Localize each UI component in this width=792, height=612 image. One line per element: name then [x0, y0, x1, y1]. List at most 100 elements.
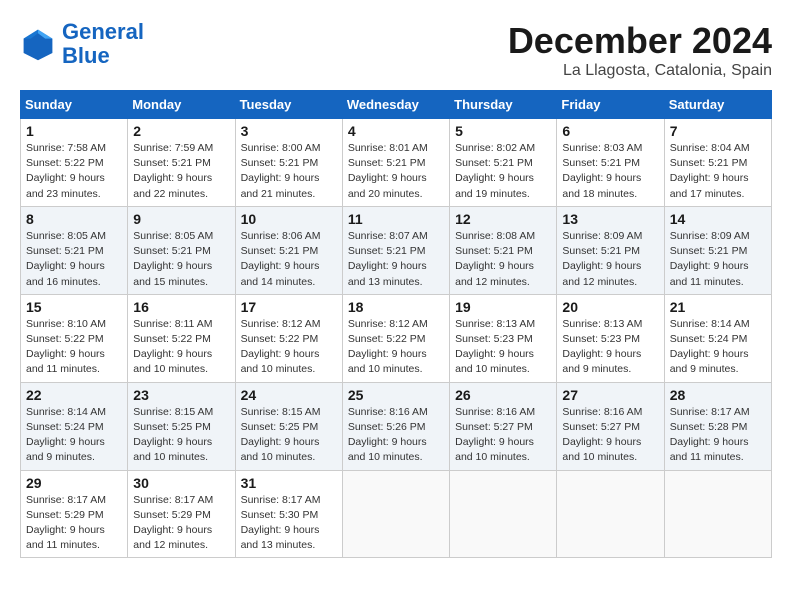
- day-info: Sunrise: 8:17 AM Sunset: 5:29 PM Dayligh…: [26, 493, 122, 554]
- calendar-cell: 28 Sunrise: 8:17 AM Sunset: 5:28 PM Dayli…: [664, 382, 771, 470]
- day-info: Sunrise: 8:15 AM Sunset: 5:25 PM Dayligh…: [241, 405, 337, 466]
- day-number: 9: [133, 211, 229, 227]
- calendar-cell: 31 Sunrise: 8:17 AM Sunset: 5:30 PM Dayli…: [235, 470, 342, 558]
- week-row-4: 22Sunrise: 8:14 AM Sunset: 5:24 PM Dayli…: [21, 382, 772, 470]
- day-number: 5: [455, 123, 551, 139]
- calendar-cell: 9 Sunrise: 8:05 AM Sunset: 5:21 PM Daylig…: [128, 206, 235, 294]
- calendar-cell: 30Sunrise: 8:17 AM Sunset: 5:29 PM Dayli…: [128, 470, 235, 558]
- day-info: Sunrise: 8:14 AM Sunset: 5:24 PM Dayligh…: [670, 317, 766, 378]
- calendar-cell: 8 Sunrise: 8:05 AM Sunset: 5:21 PM Daylig…: [21, 206, 128, 294]
- calendar-cell: 11 Sunrise: 8:07 AM Sunset: 5:21 PM Dayli…: [342, 206, 449, 294]
- calendar-cell: 16 Sunrise: 8:11 AM Sunset: 5:22 PM Dayli…: [128, 294, 235, 382]
- day-info: Sunrise: 8:11 AM Sunset: 5:22 PM Dayligh…: [133, 317, 229, 378]
- day-number: 21: [670, 299, 766, 315]
- week-row-5: 29 Sunrise: 8:17 AM Sunset: 5:29 PM Dayli…: [21, 470, 772, 558]
- day-number: 12: [455, 211, 551, 227]
- calendar-cell: 13 Sunrise: 8:09 AM Sunset: 5:21 PM Dayli…: [557, 206, 664, 294]
- calendar-cell: [664, 470, 771, 558]
- day-info: Sunrise: 8:02 AM Sunset: 5:21 PM Dayligh…: [455, 141, 551, 202]
- calendar-cell: 27 Sunrise: 8:16 AM Sunset: 5:27 PM Dayli…: [557, 382, 664, 470]
- calendar-cell: 17 Sunrise: 8:12 AM Sunset: 5:22 PM Dayli…: [235, 294, 342, 382]
- month-title: December 2024: [508, 20, 772, 62]
- day-info: Sunrise: 8:03 AM Sunset: 5:21 PM Dayligh…: [562, 141, 658, 202]
- day-info: Sunrise: 8:13 AM Sunset: 5:23 PM Dayligh…: [455, 317, 551, 378]
- weekday-header-wednesday: Wednesday: [342, 91, 449, 119]
- logo-icon: [20, 26, 56, 62]
- day-number: 17: [241, 299, 337, 315]
- day-info: Sunrise: 8:12 AM Sunset: 5:22 PM Dayligh…: [348, 317, 444, 378]
- day-info: Sunrise: 8:17 AM Sunset: 5:28 PM Dayligh…: [670, 405, 766, 466]
- day-number: 8: [26, 211, 122, 227]
- calendar-cell: 25Sunrise: 8:16 AM Sunset: 5:26 PM Dayli…: [342, 382, 449, 470]
- day-number: 11: [348, 211, 444, 227]
- day-number: 4: [348, 123, 444, 139]
- calendar-cell: 10Sunrise: 8:06 AM Sunset: 5:21 PM Dayli…: [235, 206, 342, 294]
- weekday-header-tuesday: Tuesday: [235, 91, 342, 119]
- day-info: Sunrise: 8:01 AM Sunset: 5:21 PM Dayligh…: [348, 141, 444, 202]
- day-info: Sunrise: 8:13 AM Sunset: 5:23 PM Dayligh…: [562, 317, 658, 378]
- calendar-cell: 7 Sunrise: 8:04 AM Sunset: 5:21 PM Daylig…: [664, 119, 771, 207]
- calendar-cell: 21 Sunrise: 8:14 AM Sunset: 5:24 PM Dayli…: [664, 294, 771, 382]
- day-number: 16: [133, 299, 229, 315]
- calendar-cell: 14 Sunrise: 8:09 AM Sunset: 5:21 PM Dayli…: [664, 206, 771, 294]
- day-info: Sunrise: 8:05 AM Sunset: 5:21 PM Dayligh…: [133, 229, 229, 290]
- day-info: Sunrise: 8:07 AM Sunset: 5:21 PM Dayligh…: [348, 229, 444, 290]
- day-info: Sunrise: 7:58 AM Sunset: 5:22 PM Dayligh…: [26, 141, 122, 202]
- day-number: 2: [133, 123, 229, 139]
- logo: General Blue: [20, 20, 144, 68]
- calendar-cell: 5 Sunrise: 8:02 AM Sunset: 5:21 PM Daylig…: [450, 119, 557, 207]
- day-number: 10: [241, 211, 337, 227]
- calendar-cell: 29 Sunrise: 8:17 AM Sunset: 5:29 PM Dayli…: [21, 470, 128, 558]
- calendar-cell: 3Sunrise: 8:00 AM Sunset: 5:21 PM Daylig…: [235, 119, 342, 207]
- day-number: 28: [670, 387, 766, 403]
- day-number: 27: [562, 387, 658, 403]
- day-info: Sunrise: 8:16 AM Sunset: 5:27 PM Dayligh…: [455, 405, 551, 466]
- weekday-header-monday: Monday: [128, 91, 235, 119]
- day-info: Sunrise: 8:04 AM Sunset: 5:21 PM Dayligh…: [670, 141, 766, 202]
- day-number: 26: [455, 387, 551, 403]
- day-info: Sunrise: 8:12 AM Sunset: 5:22 PM Dayligh…: [241, 317, 337, 378]
- day-number: 7: [670, 123, 766, 139]
- calendar-cell: 23Sunrise: 8:15 AM Sunset: 5:25 PM Dayli…: [128, 382, 235, 470]
- day-number: 24: [241, 387, 337, 403]
- week-row-3: 15Sunrise: 8:10 AM Sunset: 5:22 PM Dayli…: [21, 294, 772, 382]
- calendar-cell: 20 Sunrise: 8:13 AM Sunset: 5:23 PM Dayli…: [557, 294, 664, 382]
- day-info: Sunrise: 8:14 AM Sunset: 5:24 PM Dayligh…: [26, 405, 122, 466]
- day-info: Sunrise: 8:16 AM Sunset: 5:27 PM Dayligh…: [562, 405, 658, 466]
- calendar-cell: 19 Sunrise: 8:13 AM Sunset: 5:23 PM Dayli…: [450, 294, 557, 382]
- day-number: 13: [562, 211, 658, 227]
- calendar-cell: 22Sunrise: 8:14 AM Sunset: 5:24 PM Dayli…: [21, 382, 128, 470]
- day-info: Sunrise: 8:17 AM Sunset: 5:30 PM Dayligh…: [241, 493, 337, 554]
- calendar-cell: 18Sunrise: 8:12 AM Sunset: 5:22 PM Dayli…: [342, 294, 449, 382]
- day-info: Sunrise: 8:08 AM Sunset: 5:21 PM Dayligh…: [455, 229, 551, 290]
- day-info: Sunrise: 8:05 AM Sunset: 5:21 PM Dayligh…: [26, 229, 122, 290]
- day-info: Sunrise: 7:59 AM Sunset: 5:21 PM Dayligh…: [133, 141, 229, 202]
- calendar-cell: 24 Sunrise: 8:15 AM Sunset: 5:25 PM Dayli…: [235, 382, 342, 470]
- location-subtitle: La Llagosta, Catalonia, Spain: [508, 62, 772, 80]
- day-number: 1: [26, 123, 122, 139]
- weekday-header-friday: Friday: [557, 91, 664, 119]
- day-info: Sunrise: 8:17 AM Sunset: 5:29 PM Dayligh…: [133, 493, 229, 554]
- day-number: 14: [670, 211, 766, 227]
- day-info: Sunrise: 8:15 AM Sunset: 5:25 PM Dayligh…: [133, 405, 229, 466]
- weekday-header-thursday: Thursday: [450, 91, 557, 119]
- day-info: Sunrise: 8:09 AM Sunset: 5:21 PM Dayligh…: [562, 229, 658, 290]
- day-number: 3: [241, 123, 337, 139]
- calendar-cell: 2 Sunrise: 7:59 AM Sunset: 5:21 PM Daylig…: [128, 119, 235, 207]
- calendar-cell: 26 Sunrise: 8:16 AM Sunset: 5:27 PM Dayli…: [450, 382, 557, 470]
- day-number: 20: [562, 299, 658, 315]
- calendar-cell: [342, 470, 449, 558]
- calendar-cell: 6 Sunrise: 8:03 AM Sunset: 5:21 PM Daylig…: [557, 119, 664, 207]
- weekday-header-sunday: Sunday: [21, 91, 128, 119]
- calendar-cell: 1 Sunrise: 7:58 AM Sunset: 5:22 PM Daylig…: [21, 119, 128, 207]
- title-block: December 2024 La Llagosta, Catalonia, Sp…: [508, 20, 772, 80]
- page-header: General Blue December 2024 La Llagosta, …: [20, 20, 772, 80]
- day-number: 19: [455, 299, 551, 315]
- day-info: Sunrise: 8:09 AM Sunset: 5:21 PM Dayligh…: [670, 229, 766, 290]
- day-number: 29: [26, 475, 122, 491]
- weekday-header-saturday: Saturday: [664, 91, 771, 119]
- day-number: 31: [241, 475, 337, 491]
- calendar-cell: 15Sunrise: 8:10 AM Sunset: 5:22 PM Dayli…: [21, 294, 128, 382]
- day-number: 6: [562, 123, 658, 139]
- calendar-cell: [557, 470, 664, 558]
